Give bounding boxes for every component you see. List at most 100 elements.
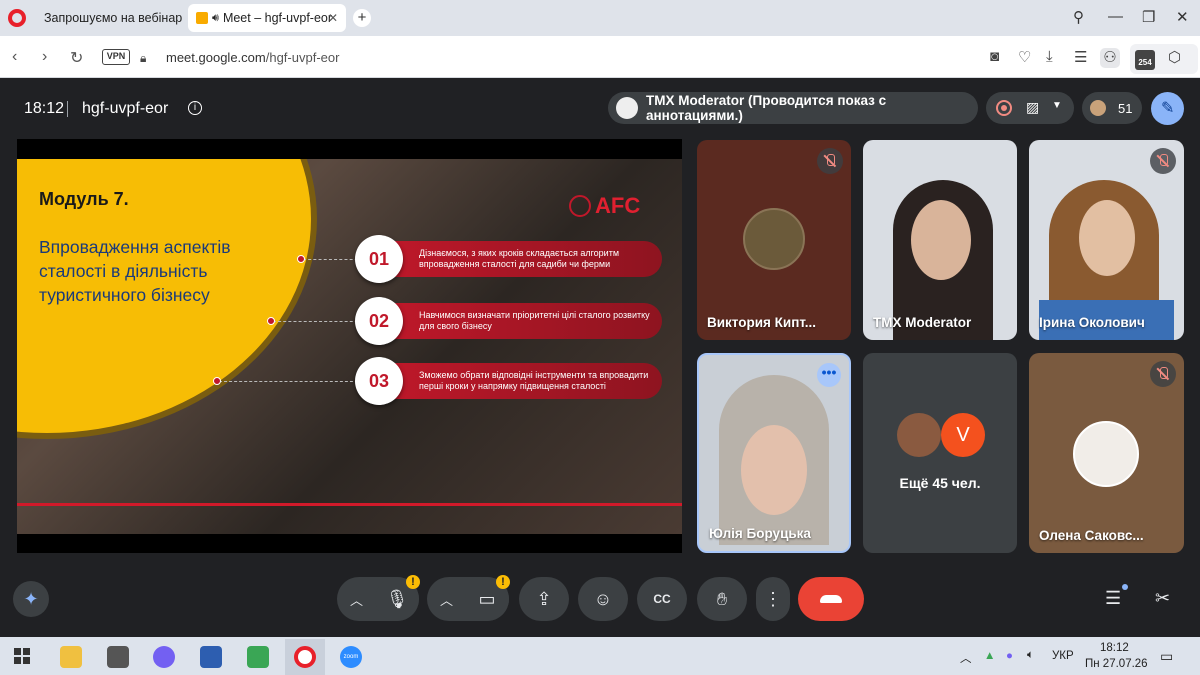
activities-icon[interactable]: ✂ (1155, 588, 1170, 609)
maximize-icon[interactable]: ❐ (1142, 8, 1155, 26)
recording-icon[interactable] (996, 100, 1012, 116)
step-number: 02 (355, 297, 403, 345)
more-options-button[interactable]: ••• (817, 363, 841, 387)
browser-tab-bar: Запрошуємо на вебінар 🔊︎ Meet – hgf-uvpf… (0, 0, 1200, 36)
more-options-button[interactable]: ⋮ (756, 577, 790, 621)
speaker-icon: 🔊︎ (212, 11, 219, 24)
mic-warning-icon: ! (406, 575, 420, 589)
new-tab-button[interactable]: + (353, 9, 371, 27)
host-controls-button[interactable]: ✎ (1151, 92, 1184, 125)
settings-icon[interactable]: ☰ (1074, 48, 1087, 66)
paint-app-icon[interactable] (247, 646, 269, 668)
meet-favicon-icon (196, 12, 208, 24)
presenter-indicator[interactable]: TMX Moderator (Проводится показ с аннота… (608, 92, 978, 124)
minimize-icon[interactable]: — (1108, 8, 1123, 25)
pen-icon: ✎ (1161, 100, 1175, 117)
zoom-app-icon[interactable]: zoom (340, 646, 362, 668)
tray-app-icon[interactable]: ▲ (984, 650, 995, 662)
camera-icon[interactable]: ◙ (990, 48, 999, 65)
tray-chevron-icon[interactable]: ︿ (960, 650, 972, 666)
heart-icon[interactable]: ♡ (1018, 48, 1031, 66)
file-explorer-icon[interactable] (60, 646, 82, 668)
save-app-icon[interactable] (200, 646, 222, 668)
captions-button[interactable]: CC (637, 577, 687, 621)
extension-badge[interactable]: 254 (1135, 50, 1155, 70)
afc-globe-logo-icon (569, 195, 591, 217)
step-number: 01 (355, 235, 403, 283)
step-number: 03 (355, 357, 403, 405)
end-call-button[interactable] (798, 577, 864, 621)
chat-icon[interactable]: ☰ (1105, 588, 1121, 609)
participant-count: 51 (1118, 101, 1133, 116)
lock-icon[interactable]: 🔒︎ (140, 51, 146, 66)
raise-hand-button[interactable]: ✋︎ (697, 577, 747, 621)
viber-icon[interactable] (153, 646, 175, 668)
profile-icon[interactable]: ⚇ (1100, 48, 1120, 68)
close-window-icon[interactable]: ✕ (1176, 8, 1189, 26)
participant-name: TMX Moderator (873, 315, 972, 330)
tab-label: Meet – hgf-uvpf-eor (222, 11, 333, 25)
avatar (743, 208, 805, 270)
download-icon[interactable]: ⤓ (1046, 48, 1053, 65)
avatar-letter: V (941, 413, 985, 457)
muted-mic-icon (1150, 361, 1176, 387)
tab-meet[interactable]: 🔊︎ Meet – hgf-uvpf-eor ✕ (188, 4, 346, 32)
gemini-button[interactable]: ✦ (13, 581, 49, 617)
slide-title: Модуль 7. (39, 189, 129, 209)
participant-name: Юлія Боруцька (709, 526, 811, 541)
connector-line (219, 381, 363, 382)
participant-tile[interactable]: Олена Саковс... (1029, 353, 1184, 553)
avatar (897, 413, 941, 457)
mic-options-chevron-icon[interactable]: ︿ (350, 590, 363, 609)
step-text: Навчимося визначати пріоритетні цілі ста… (419, 310, 650, 331)
participants-button[interactable]: 51 (1082, 92, 1142, 124)
opera-logo-icon[interactable] (8, 9, 26, 27)
url-field[interactable]: meet.google.com/hgf-uvpf-eor (166, 50, 339, 65)
info-icon[interactable]: i (188, 101, 202, 115)
volume-icon[interactable]: 🔈︎ (1027, 649, 1034, 662)
calculator-icon[interactable] (107, 646, 129, 668)
clock-date[interactable]: Пн 27.07.26 (1085, 658, 1148, 670)
video-feed-face (911, 200, 971, 280)
reload-icon[interactable]: ↻ (70, 48, 83, 68)
viber-tray-icon[interactable]: ● (1006, 650, 1013, 662)
search-tabs-icon[interactable]: ⚲ (1073, 8, 1084, 26)
divider (67, 101, 68, 117)
tab-webinar[interactable]: Запрошуємо на вебінар (32, 4, 182, 32)
present-screen-button[interactable]: ⇪ (519, 577, 569, 621)
notification-icon[interactable]: ▭ (1160, 648, 1173, 665)
others-count-label: Ещё 45 чел. (899, 475, 981, 491)
close-tab-icon[interactable]: ✕ (328, 11, 338, 25)
camera-options-chevron-icon[interactable]: ︿ (440, 590, 453, 609)
participant-tile[interactable]: Виктория Кипт... (697, 140, 851, 340)
annotation-off-icon[interactable]: ▨ (1026, 99, 1039, 116)
cube-icon[interactable]: ⬡ (1168, 48, 1181, 66)
participant-name: Виктория Кипт... (707, 315, 817, 330)
participant-tile[interactable]: ••• Юлія Боруцька (697, 353, 851, 553)
slide-subtitle: Впровадження аспектів сталості в діяльні… (39, 237, 231, 305)
muted-mic-icon (1150, 148, 1176, 174)
meeting-code: hgf-uvpf-eor (82, 100, 169, 117)
presentation-slide: Модуль 7. Впровадження аспектів сталості… (17, 139, 682, 553)
presenter-avatar (616, 97, 638, 119)
forward-icon[interactable]: › (42, 48, 47, 66)
emoji-button[interactable]: ☺ (578, 577, 628, 621)
clock-time[interactable]: 18:12 (1100, 642, 1129, 654)
participant-tile[interactable]: TMX Moderator (863, 140, 1017, 340)
participant-tile[interactable]: Ірина Околович (1029, 140, 1184, 340)
recording-controls[interactable]: ▨ ▼ (986, 92, 1074, 124)
connector-dot (297, 255, 305, 263)
language-indicator[interactable]: УКР (1052, 650, 1074, 662)
participant-avatars (1090, 100, 1106, 116)
windows-start-icon[interactable] (14, 648, 30, 664)
participant-name: Ірина Околович (1039, 315, 1145, 330)
video-feed-face (741, 425, 807, 515)
chevron-down-icon[interactable]: ▼ (1052, 100, 1062, 111)
opera-browser-icon[interactable] (294, 646, 316, 668)
afc-logo: AFC (595, 193, 641, 218)
connector-dot (267, 317, 275, 325)
back-icon[interactable]: ‹ (12, 48, 17, 66)
vpn-badge[interactable]: VPN (102, 49, 130, 65)
others-tile[interactable]: V Ещё 45 чел. (863, 353, 1017, 553)
camera-warning-icon: ! (496, 575, 510, 589)
